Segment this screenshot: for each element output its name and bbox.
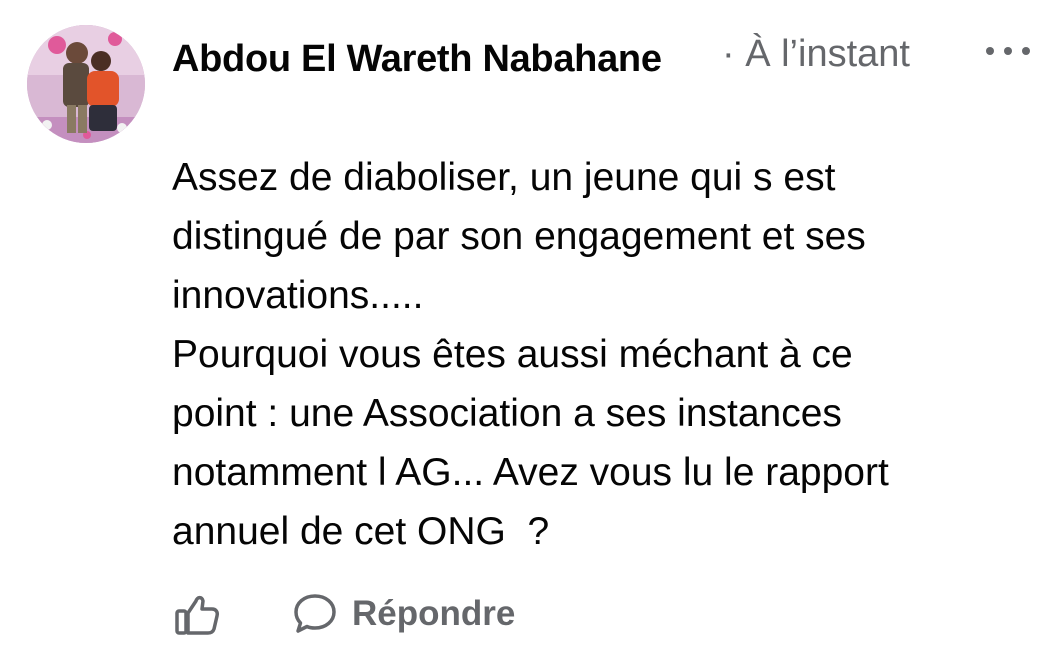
comment-text: Assez de diaboliser, un jeune qui s est … bbox=[172, 156, 889, 553]
comment-actions: Répondre bbox=[172, 586, 515, 642]
reply-button[interactable]: Répondre bbox=[292, 591, 515, 637]
author-name[interactable]: Abdou El Wareth Nabahane bbox=[172, 30, 692, 88]
avatar-photo-icon bbox=[27, 25, 145, 143]
more-options-button[interactable] bbox=[980, 36, 1036, 66]
thumbs-up-icon bbox=[175, 595, 219, 635]
speech-bubble-icon bbox=[294, 594, 336, 633]
reply-icon-wrap bbox=[292, 591, 338, 637]
timestamp[interactable]: · À l’instant bbox=[722, 30, 910, 78]
avatar[interactable] bbox=[27, 25, 145, 143]
like-button[interactable] bbox=[172, 589, 222, 639]
more-dots-icon bbox=[986, 47, 1030, 55]
reply-label: Répondre bbox=[352, 594, 516, 633]
